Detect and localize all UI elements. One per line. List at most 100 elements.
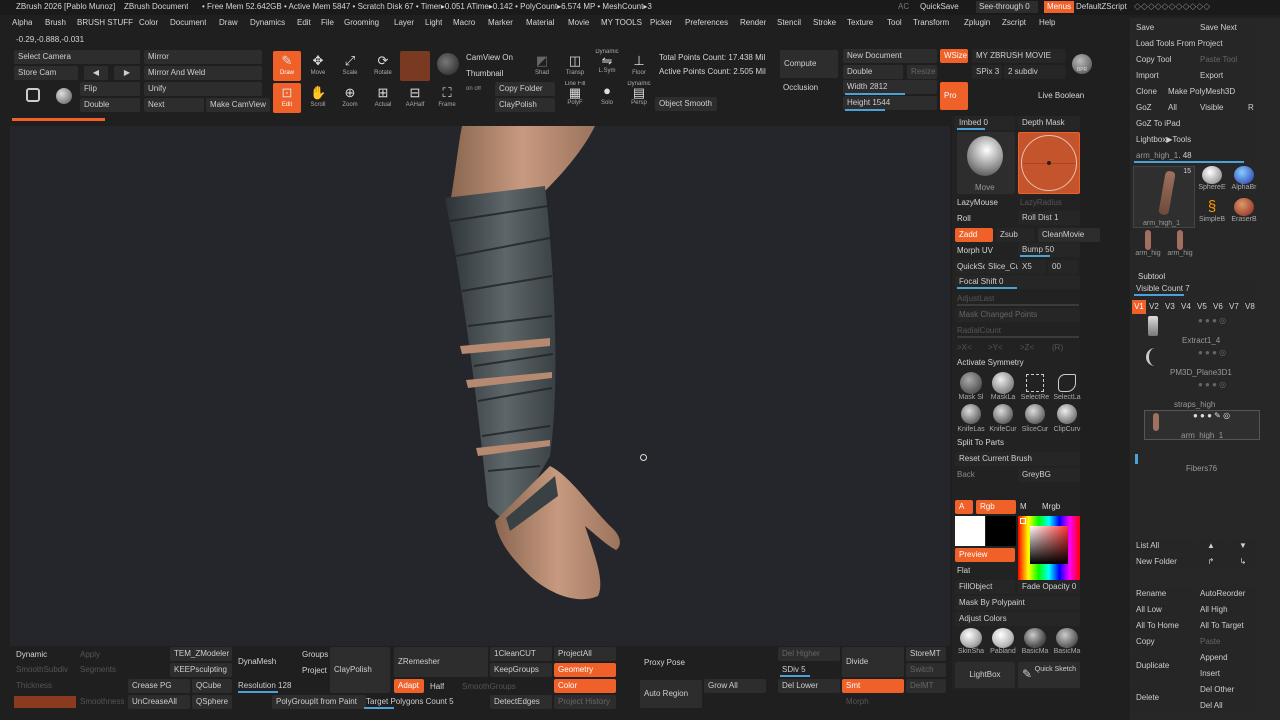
new-document-button[interactable]: New Document	[843, 49, 937, 63]
shad-tool[interactable]: ◩ Shad	[528, 51, 556, 81]
sym-z-button[interactable]: >Z<	[1020, 343, 1034, 352]
export-button[interactable]: Export	[1196, 69, 1258, 83]
sym-x-button[interactable]: >X<	[957, 343, 972, 352]
main-color-swatch[interactable]	[955, 516, 985, 546]
groups-button[interactable]: Groups	[302, 650, 328, 659]
menu-item[interactable]: Alpha	[12, 18, 32, 27]
smoothsubdiv-slider[interactable]: SmoothSubdiv	[16, 665, 68, 674]
subdiv-button[interactable]: 2 subdiv	[1004, 65, 1066, 79]
stroke-thumbnail[interactable]	[1018, 132, 1080, 194]
roll-dist-slider[interactable]: Roll Dist 1	[1018, 211, 1080, 225]
smt-toggle[interactable]: Smt	[842, 679, 904, 693]
tool-thumb-eraserbrush[interactable]: EraserB	[1229, 198, 1259, 228]
claypolish-bottom-button[interactable]: ClayPolish	[330, 647, 390, 693]
quick-sketch-button[interactable]: ✎ Quick Sketch	[1018, 662, 1080, 688]
menu-item[interactable]: Stencil	[777, 18, 801, 27]
subtool-item[interactable]: Fibers76	[1186, 464, 1217, 473]
oo-button[interactable]: 00	[1048, 260, 1078, 274]
mask-sl-brush[interactable]: Mask Sl	[955, 372, 987, 402]
color-picker-square[interactable]	[1030, 526, 1068, 564]
material-swatch[interactable]	[400, 51, 430, 81]
projectall-button[interactable]: ProjectAll	[554, 647, 616, 661]
all-low-button[interactable]: All Low	[1132, 603, 1194, 617]
goz-button[interactable]: GoZ	[1132, 101, 1162, 115]
grow-all-button[interactable]: Grow All	[704, 679, 766, 693]
autoreorder-button[interactable]: AutoReorder	[1196, 587, 1258, 601]
m-button[interactable]: M	[1020, 502, 1027, 511]
pro-button[interactable]: Pro	[940, 82, 968, 110]
subtool-item[interactable]: ● ● ● ◎ PM3D_Plane3D1	[1144, 348, 1260, 378]
draw-tool[interactable]: ✎ Draw	[273, 51, 301, 81]
menu-item[interactable]: Zplugin	[964, 18, 990, 27]
1cleancut-button[interactable]: 1CleanCUT	[490, 647, 552, 661]
solo-tool[interactable]: ● Solo	[593, 81, 621, 111]
dynamic-subdiv-button[interactable]: Dynamic	[16, 650, 47, 659]
goz-to-ipad-button[interactable]: GoZ To iPad	[1132, 117, 1258, 131]
clone-button[interactable]: Clone	[1132, 85, 1162, 99]
next-button[interactable]: Next	[144, 98, 204, 112]
qsphere-button[interactable]: QSphere	[192, 695, 232, 709]
crease-pg-button[interactable]: Crease PG	[128, 679, 190, 693]
spix-slider[interactable]: SPix 3	[972, 65, 1002, 79]
menu-item[interactable]: Layer	[394, 18, 414, 27]
import-button[interactable]: Import	[1132, 69, 1194, 83]
menu-item[interactable]: File	[321, 18, 334, 27]
scale-tool[interactable]: ⤢ Scale	[336, 51, 364, 81]
storemt-button[interactable]: StoreMT	[906, 647, 946, 661]
all-to-home-button[interactable]: All To Home	[1132, 619, 1194, 633]
move-brush-thumbnail[interactable]: Move	[957, 132, 1015, 194]
project-history-button[interactable]: Project History	[554, 695, 616, 709]
paste-button[interactable]: Paste	[1196, 635, 1258, 649]
uncreaseall-button[interactable]: UnCreaseAll	[128, 695, 190, 709]
occlusion-label[interactable]: Occlusion	[783, 83, 818, 92]
copy-tool-button[interactable]: Copy Tool	[1132, 53, 1194, 67]
move-down-button[interactable]: ▼	[1228, 539, 1258, 553]
qcube-button[interactable]: QCube	[192, 679, 232, 693]
new-folder-button[interactable]: New Folder	[1132, 555, 1194, 569]
wsize-button[interactable]: WSize	[940, 49, 968, 63]
segments-slider[interactable]: Segments	[80, 665, 116, 674]
subtool-eye-icon[interactable]: ● ● ● ◎	[1198, 316, 1226, 325]
mirror-button[interactable]: Mirror	[144, 50, 262, 64]
tool-thumb-arm-small-1[interactable]: arm_hig	[1133, 230, 1163, 260]
auto-region-button[interactable]: Auto Region	[640, 680, 702, 708]
resize-button[interactable]: Resize	[907, 65, 937, 79]
subtool-header[interactable]: Subtool	[1138, 272, 1165, 281]
move-tool[interactable]: ✥ Move	[304, 51, 332, 81]
menu-item[interactable]: Render	[740, 18, 766, 27]
version-tab-v6[interactable]: V6	[1213, 302, 1223, 311]
morph-uv-button[interactable]: Morph UV	[957, 246, 993, 255]
radialcount-slider[interactable]: RadialCount	[957, 326, 1001, 335]
tem-zmodeler-button[interactable]: TEM_ZModeler	[170, 647, 232, 661]
see-through-slider[interactable]: See-through 0	[976, 1, 1038, 13]
tool-thumb-alphabrush[interactable]: AlphaBr	[1229, 166, 1259, 196]
tool-thumb-arm-small-2[interactable]: arm_hig	[1165, 230, 1195, 260]
menu-item[interactable]: Preferences	[685, 18, 728, 27]
menu-item[interactable]: Dynamics	[250, 18, 285, 27]
lazyradius-slider[interactable]: LazyRadius	[1020, 198, 1062, 207]
subtool-eye-icon[interactable]: ● ● ● ◎	[1198, 348, 1226, 357]
mask-by-polypaint-button[interactable]: Mask By Polypaint	[955, 596, 1080, 610]
preview-button[interactable]: Preview	[955, 548, 1015, 562]
slicecur-brush[interactable]: SliceCur	[1019, 404, 1051, 434]
subtool-scroll-indicator[interactable]	[1135, 454, 1138, 464]
make-camview-button[interactable]: Make CamView	[206, 98, 270, 112]
menu-item[interactable]: Marker	[488, 18, 513, 27]
selectre-brush[interactable]: SelectRe	[1019, 372, 1051, 402]
maskla-brush[interactable]: MaskLa	[987, 372, 1019, 402]
subtool-item-selected[interactable]: ● ● ● ✎ ◎ arm_high_1	[1144, 410, 1260, 440]
polygroupit-from-paint-button[interactable]: PolyGroupIt from Paint	[272, 695, 366, 709]
version-tab-v1[interactable]: V1	[1132, 300, 1146, 314]
folder-down-button[interactable]: ↳	[1228, 555, 1258, 569]
tool-thumb-simplebrush[interactable]: § SimpleB	[1197, 198, 1227, 228]
material-basicma-2[interactable]: BasicMa	[1051, 628, 1083, 658]
goz-all-button[interactable]: All	[1164, 101, 1194, 115]
rename-button[interactable]: Rename	[1132, 587, 1194, 601]
knifelas-brush[interactable]: KnifeLas	[955, 404, 987, 434]
subtool-eye-icon[interactable]: ● ● ● ✎ ◎	[1193, 411, 1230, 420]
thickness-slider[interactable]: Thickness	[16, 681, 52, 690]
adjust-colors-button[interactable]: Adjust Colors	[955, 612, 1080, 626]
menu-item[interactable]: Stroke	[813, 18, 836, 27]
save-button[interactable]: Save	[1132, 21, 1194, 35]
dynamesh-button[interactable]: DynaMesh	[238, 657, 276, 666]
